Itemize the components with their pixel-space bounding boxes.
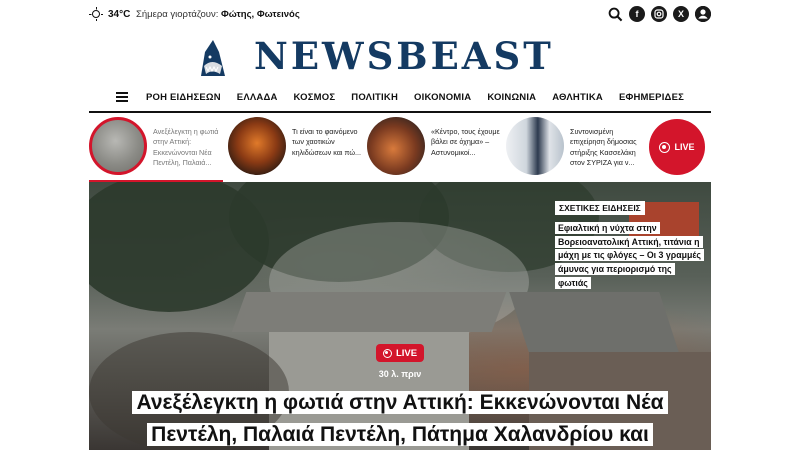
story-text: «Κέντρο, τους έχουμε βάλει σε όχημα» – Α… bbox=[431, 127, 500, 157]
search-icon[interactable] bbox=[607, 6, 623, 22]
top-bar: 34°C Σήμερα γιορτάζουν: Φώτης, Φωτεινός … bbox=[0, 0, 800, 30]
x-icon[interactable]: X bbox=[673, 6, 689, 22]
nav-item-economy[interactable]: ΟΙΚΟΝΟΜΙΑ bbox=[414, 92, 471, 103]
weather-widget: 34°C bbox=[89, 7, 130, 21]
nameday-label: Σήμερα γιορτάζουν: bbox=[136, 9, 219, 20]
nav-item-newspapers[interactable]: ΕΦΗΜΕΡΙΔΕΣ bbox=[619, 92, 684, 103]
hero-article[interactable]: ΣΧΕΤΙΚΕΣ ΕΙΔΗΣΕΙΣ Εφιαλτική η νύχτα στην… bbox=[89, 182, 711, 450]
story-thumbnail bbox=[506, 117, 564, 175]
logo-row: NEWSBEAST bbox=[0, 34, 800, 82]
story-thumbnail bbox=[228, 117, 286, 175]
nav-item-sports[interactable]: ΑΘΛΗΤΙΚΑ bbox=[552, 92, 603, 103]
story-item[interactable]: Τι είναι το φαινόμενο των χαοτικών κηλιδ… bbox=[228, 117, 368, 179]
shark-logo-icon[interactable] bbox=[193, 38, 231, 78]
story-thumbnail bbox=[89, 117, 147, 175]
nav-item-world[interactable]: ΚΟΣΜΟΣ bbox=[294, 92, 336, 103]
related-news-tag: ΣΧΕΤΙΚΕΣ ΕΙΔΗΣΕΙΣ bbox=[555, 201, 645, 215]
user-icon[interactable] bbox=[695, 6, 711, 22]
story-text: Τι είναι το φαινόμενο των χαοτικών κηλιδ… bbox=[292, 127, 361, 157]
nameday-text: Σήμερα γιορτάζουν: Φώτης, Φωτεινός bbox=[136, 9, 300, 20]
related-news-link[interactable]: Εφιαλτική η νύχτα στην Βορειοανατολική Α… bbox=[555, 222, 705, 290]
story-item[interactable]: Ανεξέλεγκτη η φωτιά στην Αττική: Εκκενών… bbox=[89, 117, 229, 179]
temperature: 34°C bbox=[108, 8, 131, 20]
live-badge-label: LIVE bbox=[395, 347, 418, 359]
hero-headline[interactable]: Ανεξέλεγκτη η φωτιά στην Αττική: Εκκενών… bbox=[109, 387, 691, 450]
live-stories-label: LIVE bbox=[674, 142, 695, 152]
live-stories-button[interactable]: LIVE bbox=[649, 119, 705, 175]
nameday-names: Φώτης, Φωτεινός bbox=[221, 9, 300, 20]
live-record-icon bbox=[659, 141, 671, 153]
instagram-icon[interactable] bbox=[651, 6, 667, 22]
nav-divider bbox=[89, 111, 711, 113]
social-links: f X bbox=[607, 6, 711, 22]
nav-item-feed[interactable]: ΡΟΗ ΕΙΔΗΣΕΩΝ bbox=[146, 92, 221, 103]
main-nav: ΡΟΗ ΕΙΔΗΣΕΩΝ ΕΛΛΑΔΑ ΚΟΣΜΟΣ ΠΟΛΙΤΙΚΗ ΟΙΚΟ… bbox=[89, 84, 711, 110]
related-news-box[interactable]: ΣΧΕΤΙΚΕΣ ΕΙΔΗΣΕΙΣ Εφιαλτική η νύχτα στην… bbox=[555, 198, 705, 290]
hero-headline-text: Ανεξέλεγκτη η φωτιά στην Αττική: Εκκενών… bbox=[132, 391, 668, 446]
story-item[interactable]: Συντονισμένη επιχείρηση δήμοσιας στήριξη… bbox=[506, 117, 646, 179]
story-text: Ανεξέλεγκτη η φωτιά στην Αττική: Εκκενών… bbox=[153, 127, 219, 168]
site-logo[interactable]: NEWSBEAST bbox=[254, 34, 554, 78]
facebook-icon[interactable]: f bbox=[629, 6, 645, 22]
live-badge: LIVE bbox=[376, 344, 424, 362]
story-thumbnail bbox=[367, 117, 425, 175]
related-news-text: Εφιαλτική η νύχτα στην Βορειοανατολική Α… bbox=[555, 222, 704, 289]
stories-row: Ανεξέλεγκτη η φωτιά στην Αττική: Εκκενών… bbox=[89, 117, 711, 179]
nav-item-politics[interactable]: ΠΟΛΙΤΙΚΗ bbox=[351, 92, 398, 103]
nav-item-society[interactable]: ΚΟΙΝΩΝΙΑ bbox=[487, 92, 536, 103]
sun-icon bbox=[89, 7, 103, 21]
hamburger-menu-icon[interactable] bbox=[115, 92, 128, 102]
nav-item-greece[interactable]: ΕΛΛΑΔΑ bbox=[237, 92, 278, 103]
article-time: 30 λ. πριν bbox=[378, 369, 422, 379]
story-item[interactable]: «Κέντρο, τους έχουμε βάλει σε όχημα» – Α… bbox=[367, 117, 507, 179]
story-text: Συντονισμένη επιχείρηση δήμοσιας στήριξη… bbox=[570, 127, 637, 168]
live-record-icon bbox=[382, 348, 392, 358]
